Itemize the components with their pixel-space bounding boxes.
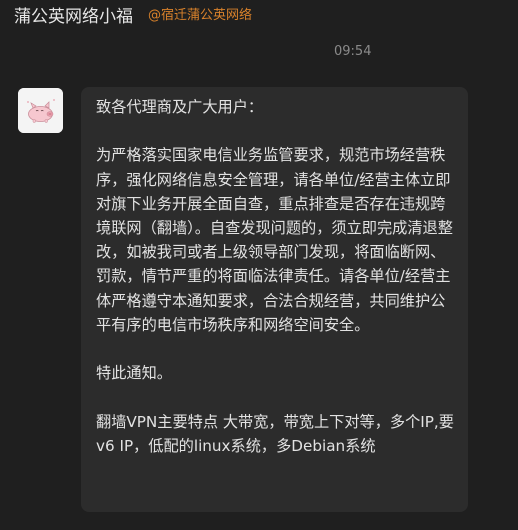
message-bubble[interactable]: 致各代理商及广大用户： 为严格落实国家电信业务监管要求，规范市场经营秩序，强化网… xyxy=(81,87,468,512)
message-postscript: 翻墙VPN主要特点 大带宽，带宽上下对等，多个IP,要v6 IP，低配的linu… xyxy=(96,412,454,455)
pig-avatar-icon xyxy=(18,88,63,133)
message-notice: 特此通知。 xyxy=(96,364,172,383)
chat-name[interactable]: 蒲公英网络小福 xyxy=(14,2,133,27)
message-body: 为严格落实国家电信业务监管要求，规范市场经营秩序，强化网络信息安全管理，请各单位… xyxy=(96,146,453,334)
message-greeting: 致各代理商及广大用户： xyxy=(96,98,264,116)
chat-handle[interactable]: @宿迁蒲公英网络 xyxy=(148,4,252,23)
sender-avatar[interactable] xyxy=(18,88,63,133)
chat-header: 蒲公英网络小福 @宿迁蒲公英网络 xyxy=(0,0,518,30)
message-timestamp: 09:54 xyxy=(334,44,372,59)
